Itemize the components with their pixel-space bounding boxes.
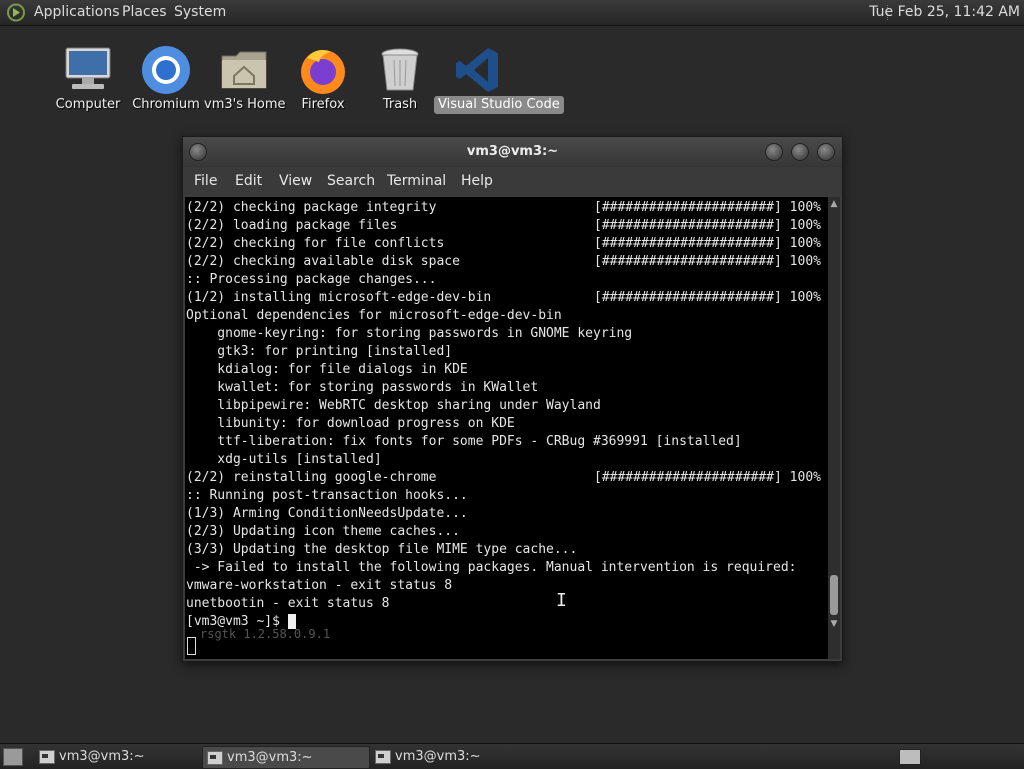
terminal-line: (2/2) checking available disk space (186, 254, 460, 269)
terminal-line: :: Processing package changes... (186, 272, 437, 287)
lower-pane-cursor (187, 637, 196, 655)
clock[interactable]: Tue Feb 25, 11:42 AM (869, 0, 1020, 25)
window-title: vm3@vm3:~ (466, 144, 559, 159)
desktop-icon-vscode[interactable]: Visual Studio Code (434, 44, 564, 116)
terminal-menubar: File Edit View Search Terminal Help (183, 167, 842, 196)
terminal-line: gnome-keyring: for storing passwords in … (186, 326, 633, 341)
progress-bar-text: [######################] 100% (594, 200, 821, 215)
taskbar-item-active[interactable]: vm3@vm3:~ (202, 746, 370, 769)
scroll-thumb[interactable] (830, 575, 838, 615)
terminal-window[interactable]: vm3@vm3:~ File Edit View Search Terminal… (182, 136, 843, 662)
taskbar-item-label: vm3@vm3:~ (395, 749, 481, 764)
terminal-line: (2/2) checking package integrity (186, 200, 437, 215)
progress-bar-text: [######################] 100% (594, 218, 821, 233)
menu-terminal[interactable]: Terminal (387, 167, 446, 196)
system-menu[interactable]: System (174, 0, 226, 25)
menu-file[interactable]: File (194, 167, 217, 196)
terminal-lower-pane[interactable]: rsgtk 1.2.58.0.9.1 (185, 627, 828, 659)
window-menu-button[interactable] (189, 143, 207, 161)
desktop-icon-home[interactable]: vm3's Home (204, 44, 286, 116)
terminal-line: xdg-utils [installed] (186, 452, 382, 467)
minimize-button[interactable] (765, 143, 783, 161)
terminal-line: :: Running post-transaction hooks... (186, 488, 468, 503)
terminal-line: libunity: for download progress on KDE (186, 416, 515, 431)
scroll-up-arrow-icon[interactable]: ▲ (828, 198, 840, 210)
desktop-icon-label: Computer (55, 97, 121, 112)
desktop-icon-label: vm3's Home (204, 97, 286, 112)
taskbar-item[interactable]: vm3@vm3:~ (371, 746, 555, 767)
places-menu[interactable]: Places (122, 0, 167, 25)
desktop-icon-chromium[interactable]: Chromium (126, 44, 206, 116)
top-panel: Applications Places System Tue Feb 25, 1… (0, 0, 1024, 26)
lower-pane-scrollbar[interactable] (828, 631, 840, 659)
scroll-down-arrow-icon[interactable]: ▼ (828, 618, 840, 630)
progress-bar-text: [######################] 100% (594, 254, 821, 269)
bottom-panel: vm3@vm3:~ vm3@vm3:~ vm3@vm3:~ (0, 743, 1024, 769)
chromium-icon (142, 46, 190, 94)
desktop-icon-label: Visual Studio Code (434, 96, 564, 114)
terminal-icon (207, 751, 223, 765)
progress-bar-text: [######################] 100% (594, 470, 821, 485)
terminal-output[interactable]: (2/2) checking package integrity [#######… (185, 197, 828, 631)
terminal-icon (375, 750, 391, 764)
taskbar-item[interactable]: vm3@vm3:~ (35, 746, 219, 767)
terminal-line: (3/3) Updating the desktop file MIME typ… (186, 542, 578, 557)
terminal-line: -> Failed to install the following packa… (186, 560, 797, 575)
menu-view[interactable]: View (279, 167, 312, 196)
progress-bar-text: [######################] 100% (594, 236, 821, 251)
distro-logo-icon[interactable] (6, 3, 26, 22)
menu-search[interactable]: Search (327, 167, 375, 196)
text-cursor-icon: I (556, 590, 567, 611)
terminal-line: libpipewire: WebRTC desktop sharing unde… (186, 398, 601, 413)
firefox-icon (301, 50, 345, 94)
trash-icon (381, 48, 419, 91)
desktop-icon-firefox[interactable]: Firefox (283, 44, 363, 116)
terminal-line: kwallet: for storing passwords in KWalle… (186, 380, 539, 395)
show-desktop-icon[interactable] (3, 748, 23, 766)
terminal-scrollbar[interactable]: ▲ ▼ (828, 197, 840, 631)
terminal-line: (2/3) Updating icon theme caches... (186, 524, 460, 539)
taskbar-item-label: vm3@vm3:~ (59, 749, 145, 764)
maximize-button[interactable] (791, 143, 809, 161)
terminal-icon (39, 750, 55, 764)
home-folder-icon (221, 51, 267, 89)
desktop-icon-label: Trash (382, 97, 418, 112)
terminal-line: unetbootin - exit status 8 (186, 596, 390, 611)
desktop-icon-label: Chromium (132, 97, 200, 112)
taskbar-item-label: vm3@vm3:~ (227, 750, 313, 765)
menu-edit[interactable]: Edit (235, 167, 262, 196)
window-titlebar[interactable]: vm3@vm3:~ (183, 137, 842, 167)
terminal-line: (1/3) Arming ConditionNeedsUpdate... (186, 506, 468, 521)
desktop-icon-label: Firefox (301, 97, 345, 112)
applications-menu[interactable]: Applications (34, 0, 120, 25)
vscode-icon (456, 48, 498, 92)
terminal-line: kdialog: for file dialogs in KDE (186, 362, 468, 377)
computer-icon (65, 47, 111, 89)
terminal-line: (2/2) loading package files (186, 218, 398, 233)
lower-pane-text: rsgtk 1.2.58.0.9.1 (200, 627, 331, 641)
terminal-line: Optional dependencies for microsoft-edge… (186, 308, 562, 323)
terminal-line: (2/2) checking for file conflicts (186, 236, 445, 251)
terminal-line: vmware-workstation - exit status 8 (186, 578, 453, 593)
terminal-line: (2/2) reinstalling google-chrome (186, 470, 437, 485)
desktop-icon-computer[interactable]: Computer (48, 44, 128, 116)
workspace-switcher[interactable] (899, 749, 921, 765)
terminal-line: (1/2) installing microsoft-edge-dev-bin (186, 290, 492, 305)
close-button[interactable] (817, 143, 835, 161)
progress-bar-text: [######################] 100% (594, 290, 821, 305)
desktop-icon-trash[interactable]: Trash (360, 44, 440, 116)
terminal-line: ttf-liberation: fix fonts for some PDFs … (186, 434, 742, 449)
menu-help[interactable]: Help (461, 167, 493, 196)
terminal-line: gtk3: for printing [installed] (186, 344, 453, 359)
